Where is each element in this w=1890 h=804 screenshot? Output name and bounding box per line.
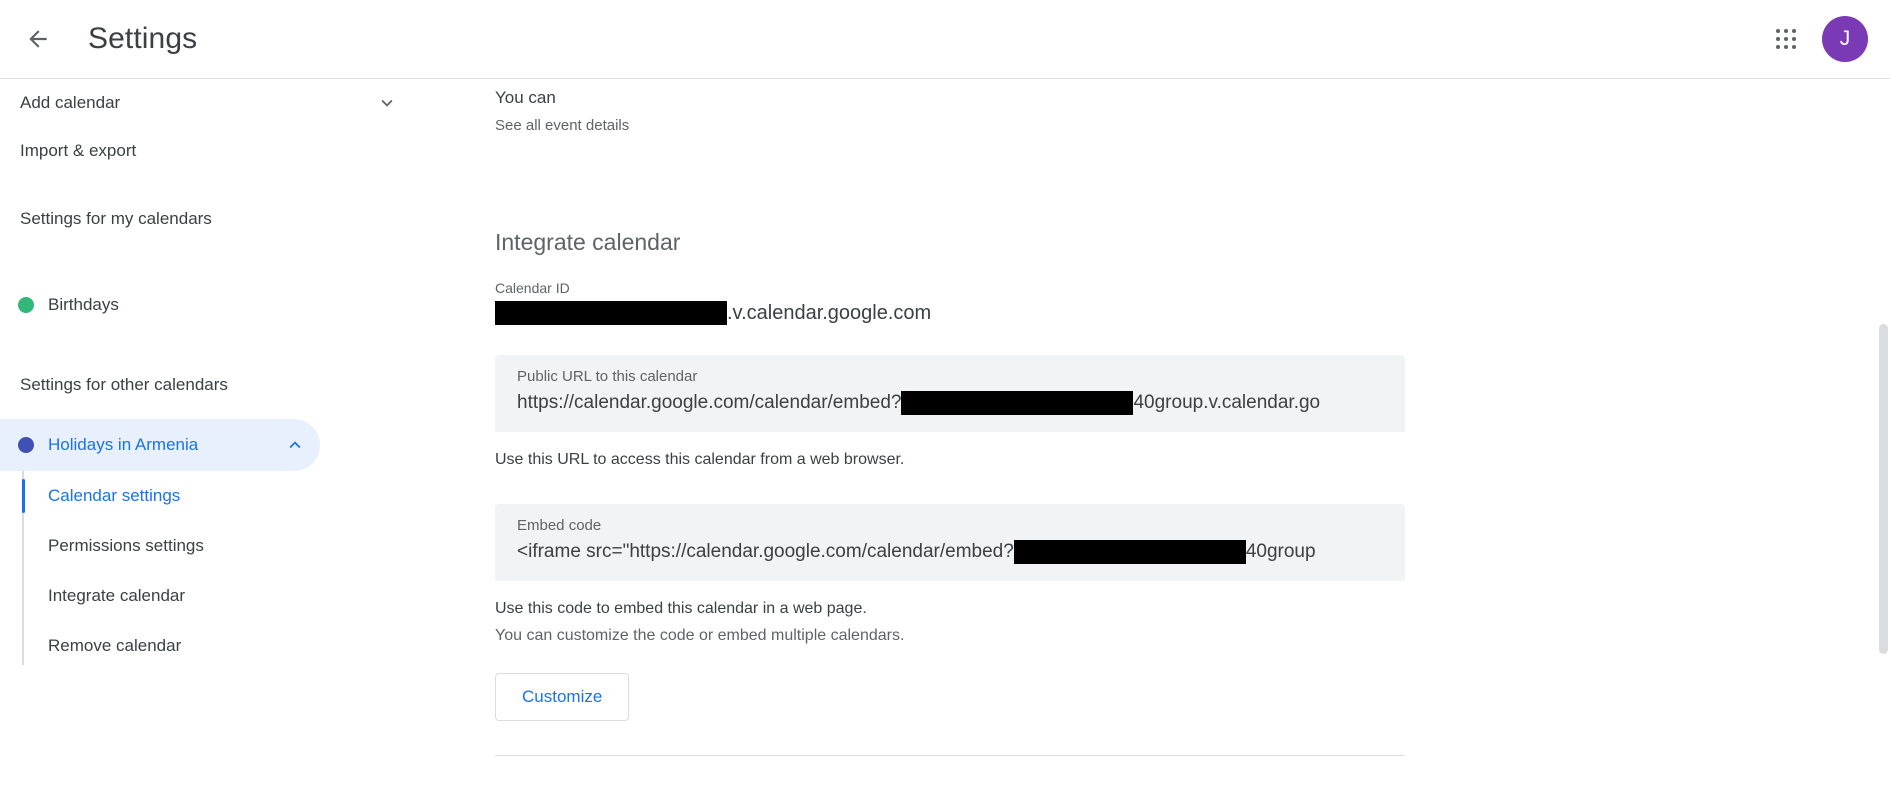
embed-code-suffix: 40group [1245, 541, 1316, 562]
sidebar-item-remove-calendar[interactable]: Remove calendar [0, 621, 320, 671]
sub-item-label: Calendar settings [48, 486, 181, 505]
google-apps-button[interactable] [1758, 11, 1814, 67]
public-url-suffix: 40group.v.calendar.go [1133, 392, 1321, 413]
sidebar-item-holidays-in-armenia[interactable]: Holidays in Armenia [0, 419, 320, 471]
sub-item-label: Integrate calendar [48, 586, 186, 605]
sidebar-item-import-export[interactable]: Import & export [0, 127, 420, 175]
redacted-public-url-id [901, 391, 1134, 415]
settings-main-panel: You can See all event details Integrate … [420, 79, 1890, 804]
embed-code-label: Embed code [517, 517, 602, 534]
header-actions: J [1758, 11, 1890, 67]
other-calendars-heading: Settings for other calendars [20, 375, 228, 394]
calendar-color-dot [18, 437, 34, 453]
arrow-left-icon [29, 30, 47, 48]
customize-button[interactable]: Customize [495, 673, 630, 721]
app-header: Settings J [0, 0, 1890, 79]
calendar-color-dot [18, 297, 34, 313]
you-can-heading: You can [495, 88, 556, 107]
holidays-subnav: Calendar settings Permissions settings I… [0, 471, 420, 671]
import-export-label: Import & export [20, 141, 137, 160]
back-button[interactable] [10, 11, 66, 67]
public-url-value: https://calendar.google.com/calendar/emb… [517, 391, 1383, 415]
public-url-field[interactable]: Public URL to this calendar https://cale… [495, 355, 1405, 432]
redacted-embed-id [1013, 540, 1246, 564]
embed-code-helper-primary: Use this code to embed this calendar in … [495, 600, 867, 617]
sub-item-label: Permissions settings [48, 536, 204, 555]
embed-code-prefix: <iframe src="https://calendar.google.com… [517, 541, 1014, 562]
chevron-up-icon [284, 434, 306, 456]
embed-code-field[interactable]: Embed code <iframe src="https://calendar… [495, 504, 1405, 581]
avatar[interactable]: J [1822, 16, 1868, 62]
scrollbar-thumb[interactable] [1879, 324, 1888, 654]
main-scrollbar[interactable] [1876, 79, 1890, 804]
page-title: Settings [88, 22, 198, 55]
apps-grid-icon [1775, 28, 1797, 50]
redacted-calendar-id [495, 301, 727, 325]
birthdays-label: Birthdays [48, 295, 119, 314]
calendar-id-value: .v.calendar.google.com [495, 301, 1890, 325]
sidebar-item-birthdays[interactable]: Birthdays [0, 279, 320, 331]
chevron-down-icon [376, 92, 398, 114]
sub-item-label: Remove calendar [48, 636, 182, 655]
settings-sidebar: Add calendar Import & export Settings fo… [0, 79, 420, 804]
sidebar-item-calendar-settings[interactable]: Calendar settings [0, 471, 320, 521]
sidebar-item-permissions-settings[interactable]: Permissions settings [0, 521, 320, 571]
integrate-calendar-heading: Integrate calendar [495, 229, 681, 255]
calendar-id-label: Calendar ID [495, 280, 570, 296]
holidays-label: Holidays in Armenia [48, 435, 199, 454]
public-url-prefix: https://calendar.google.com/calendar/emb… [517, 392, 902, 413]
embed-code-helper-secondary: You can customize the code or embed mult… [495, 627, 905, 644]
see-all-event-details-text: See all event details [495, 117, 630, 134]
public-url-label: Public URL to this calendar [517, 368, 698, 385]
sidebar-item-integrate-calendar[interactable]: Integrate calendar [0, 571, 320, 621]
my-calendars-heading: Settings for my calendars [20, 209, 212, 228]
section-divider [495, 755, 1405, 756]
add-calendar-label: Add calendar [20, 93, 121, 112]
settings-page: Settings J Add calendar Import & export … [0, 0, 1890, 804]
embed-code-value: <iframe src="https://calendar.google.com… [517, 540, 1383, 564]
sidebar-item-add-calendar[interactable]: Add calendar [0, 79, 420, 127]
calendar-id-suffix: .v.calendar.google.com [727, 301, 932, 324]
public-url-helper: Use this URL to access this calendar fro… [495, 451, 905, 468]
